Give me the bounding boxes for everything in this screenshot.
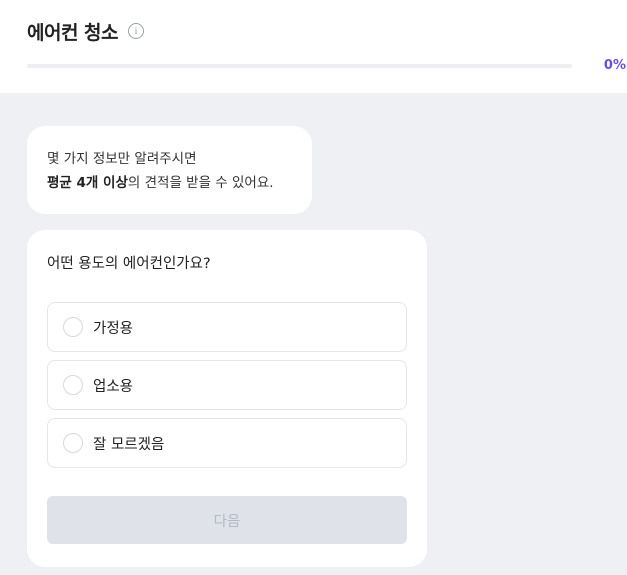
option-home[interactable]: 가정용 [47, 302, 407, 352]
radio-icon[interactable] [63, 375, 83, 395]
page-title: 에어컨 청소 [27, 21, 119, 44]
intro-message: 몇 가지 정보만 알려주시면 평균 4개 이상의 견적을 받을 수 있어요. [27, 126, 312, 214]
intro-highlight: 평균 4개 이상 [47, 175, 128, 191]
radio-icon[interactable] [63, 433, 83, 453]
option-label: 업소용 [93, 378, 134, 395]
question-card: 어떤 용도의 에어컨인가요? 가정용 업소용 잘 모르겠음 다음 [27, 230, 427, 567]
intro-line1: 몇 가지 정보만 알려주시면 [47, 151, 197, 167]
radio-icon[interactable] [63, 317, 83, 337]
intro-line2: 평균 4개 이상의 견적을 받을 수 있어요. [47, 171, 292, 195]
progress-text: 0% [603, 58, 626, 73]
next-button[interactable]: 다음 [47, 496, 407, 544]
header: 에어컨 청소 i 0% [0, 0, 627, 93]
title-row: 에어컨 청소 i [27, 18, 145, 44]
option-unknown[interactable]: 잘 모르겠음 [47, 418, 407, 468]
option-business[interactable]: 업소용 [47, 360, 407, 410]
progress-bar [27, 64, 572, 68]
intro-line2-rest: 의 견적을 받을 수 있어요. [127, 175, 274, 191]
option-label: 가정용 [93, 320, 134, 337]
info-icon[interactable]: i [128, 23, 145, 39]
option-label: 잘 모르겠음 [93, 436, 165, 453]
question-text: 어떤 용도의 에어컨인가요? [47, 256, 211, 272]
